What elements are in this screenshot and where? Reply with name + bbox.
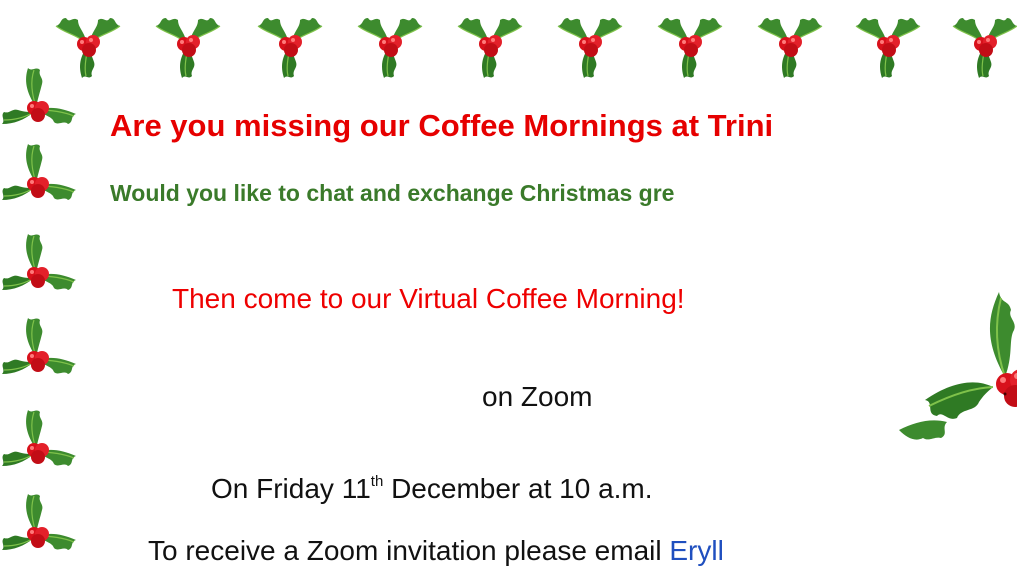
invite-text: Then come to our Virtual Coffee Morning! [172,283,685,314]
holly-icon [657,17,723,79]
holly-icon [257,17,323,79]
holly-icon [1,317,77,375]
holly-icon [1,143,77,201]
holly-icon [757,17,823,79]
date-rest: December at 10 a.m. [383,473,653,504]
contact-line: To receive a Zoom invitation please emai… [148,535,724,567]
subheadline: Would you like to chat and exchange Chri… [110,180,675,206]
holly-icon [952,17,1017,79]
holly-icon [557,17,623,79]
holly-icon [1,409,77,467]
date-line: On Friday 11th December at 10 a.m. [211,473,653,505]
contact-email-link[interactable]: Eryll [669,535,723,566]
holly-icon [357,17,423,79]
holly-icon [855,17,921,79]
platform-text: on Zoom [482,381,593,412]
contact-text: To receive a Zoom invitation please emai… [148,535,670,566]
holly-icon [155,17,221,79]
holly-icon [899,292,1017,440]
headline: Are you missing our Coffee Mornings at T… [110,108,774,143]
holly-icon [457,17,523,79]
date-ordinal-suffix: th [370,473,384,490]
date-prefix: On Friday 11 [211,473,371,504]
holly-icon [1,233,77,291]
